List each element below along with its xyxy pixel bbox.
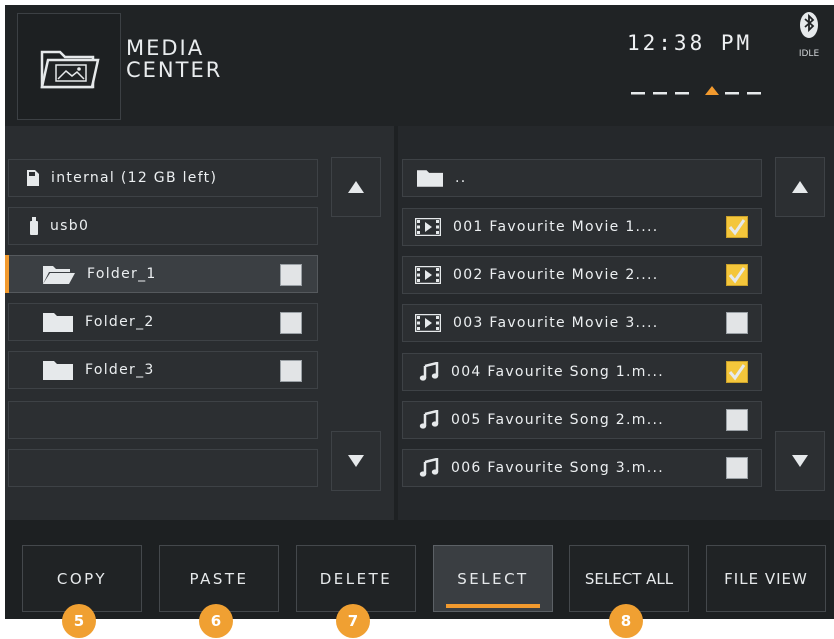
file-item[interactable]: 001 Favourite Movie 1.... bbox=[402, 208, 762, 246]
folder-icon bbox=[43, 360, 73, 380]
parent-directory-label: .. bbox=[455, 170, 467, 186]
paste-button-label: PASTE bbox=[189, 569, 249, 588]
app-icon-box[interactable] bbox=[17, 13, 121, 120]
parent-directory-item[interactable]: .. bbox=[402, 159, 762, 197]
arrow-down-icon bbox=[348, 455, 364, 467]
file-item[interactable]: 003 Favourite Movie 3.... bbox=[402, 304, 762, 342]
folder-item-folder-2[interactable]: Folder_2 bbox=[8, 303, 318, 341]
folder-item-folder-3[interactable]: Folder_3 bbox=[8, 351, 318, 389]
movie-icon bbox=[415, 314, 441, 332]
music-note-icon bbox=[419, 458, 439, 477]
folder-1-checkbox[interactable] bbox=[280, 264, 302, 286]
file-checkbox-checked[interactable] bbox=[726, 264, 748, 286]
file-item-label: 006 Favourite Song 3.m... bbox=[451, 460, 664, 476]
file-checkbox-checked[interactable] bbox=[726, 361, 748, 383]
file-checkbox[interactable] bbox=[726, 457, 748, 479]
right-scroll-down-button[interactable] bbox=[775, 431, 825, 491]
copy-button[interactable]: COPY bbox=[22, 545, 142, 612]
header-bar: MEDIA CENTER 12:38 PM IDLE bbox=[5, 5, 834, 126]
file-item-label: 005 Favourite Song 2.m... bbox=[451, 412, 664, 428]
music-note-icon bbox=[419, 410, 439, 429]
music-note-icon bbox=[419, 362, 439, 381]
selected-underline bbox=[446, 604, 540, 608]
checkmark-icon bbox=[728, 267, 746, 284]
folder-item-folder-1[interactable]: Folder_1 bbox=[8, 255, 318, 293]
left-scroll-down-button[interactable] bbox=[331, 431, 381, 491]
copy-button-label: COPY bbox=[56, 569, 108, 588]
file-checkbox[interactable] bbox=[726, 312, 748, 334]
callout-badge-5: 5 bbox=[62, 604, 96, 638]
checkmark-icon bbox=[728, 364, 746, 381]
file-item[interactable]: 005 Favourite Song 2.m... bbox=[402, 401, 762, 439]
file-checkbox-checked[interactable] bbox=[726, 216, 748, 238]
checkmark-icon bbox=[728, 219, 746, 236]
app-title: MEDIA CENTER bbox=[126, 37, 222, 81]
sd-card-icon bbox=[27, 170, 39, 186]
file-item-label: 003 Favourite Movie 3.... bbox=[453, 315, 659, 331]
delete-button[interactable]: DELETE bbox=[296, 545, 416, 612]
file-item[interactable]: 006 Favourite Song 3.m... bbox=[402, 449, 762, 487]
file-view-button[interactable]: FILE VIEW bbox=[706, 545, 826, 612]
folder-item-label: Folder_1 bbox=[87, 266, 157, 282]
callout-badge-6: 6 bbox=[199, 604, 233, 638]
folder-2-checkbox[interactable] bbox=[280, 312, 302, 334]
file-item-label: 004 Favourite Song 1.m... bbox=[451, 364, 664, 380]
callout-badge-8: 8 bbox=[609, 604, 643, 638]
left-scroll-up-button[interactable] bbox=[331, 157, 381, 217]
source-item-usb0[interactable]: usb0 bbox=[8, 207, 318, 245]
movie-icon bbox=[415, 266, 441, 284]
folder-image-icon bbox=[40, 50, 100, 88]
media-center-screen: MEDIA CENTER 12:38 PM IDLE internal (12 … bbox=[5, 5, 834, 619]
folder-icon bbox=[43, 312, 73, 332]
file-view-button-label: FILE VIEW bbox=[724, 569, 808, 588]
active-folder-marker bbox=[5, 255, 9, 293]
callout-badge-7: 7 bbox=[336, 604, 370, 638]
file-checkbox[interactable] bbox=[726, 409, 748, 431]
select-all-button[interactable]: SELECT ALL bbox=[569, 545, 689, 612]
usb-drive-icon bbox=[30, 217, 38, 235]
right-scroll-up-button[interactable] bbox=[775, 157, 825, 217]
folder-open-icon bbox=[43, 266, 75, 284]
source-item-label: internal (12 GB left) bbox=[51, 170, 218, 186]
clock: 12:38 PM bbox=[627, 31, 753, 55]
file-item-label: 002 Favourite Movie 2.... bbox=[453, 267, 659, 283]
select-button-label: SELECT bbox=[457, 569, 529, 588]
signal-strength-indicator bbox=[631, 86, 761, 95]
select-button[interactable]: SELECT bbox=[433, 545, 553, 612]
empty-row bbox=[8, 401, 318, 439]
arrow-up-icon bbox=[348, 181, 364, 193]
folder-3-checkbox[interactable] bbox=[280, 360, 302, 382]
delete-button-label: DELETE bbox=[319, 569, 393, 588]
arrow-up-icon bbox=[792, 181, 808, 193]
folder-icon bbox=[417, 169, 443, 187]
movie-icon bbox=[415, 218, 441, 236]
empty-row bbox=[8, 449, 318, 487]
file-item[interactable]: 004 Favourite Song 1.m... bbox=[402, 353, 762, 391]
file-item[interactable]: 002 Favourite Movie 2.... bbox=[402, 256, 762, 294]
folder-item-label: Folder_2 bbox=[85, 314, 155, 330]
bluetooth-status: IDLE bbox=[798, 49, 820, 59]
source-item-internal[interactable]: internal (12 GB left) bbox=[8, 159, 318, 197]
arrow-down-icon bbox=[792, 455, 808, 467]
file-item-label: 001 Favourite Movie 1.... bbox=[453, 219, 659, 235]
app-title-line2: CENTER bbox=[126, 58, 223, 82]
bottom-toolbar: COPY PASTE DELETE SELECT SELECT ALL FILE… bbox=[5, 520, 834, 619]
app-title-line1: MEDIA bbox=[126, 36, 205, 60]
source-item-label: usb0 bbox=[50, 218, 90, 234]
select-all-button-label: SELECT ALL bbox=[584, 569, 674, 588]
paste-button[interactable]: PASTE bbox=[159, 545, 279, 612]
folder-item-label: Folder_3 bbox=[85, 362, 155, 378]
